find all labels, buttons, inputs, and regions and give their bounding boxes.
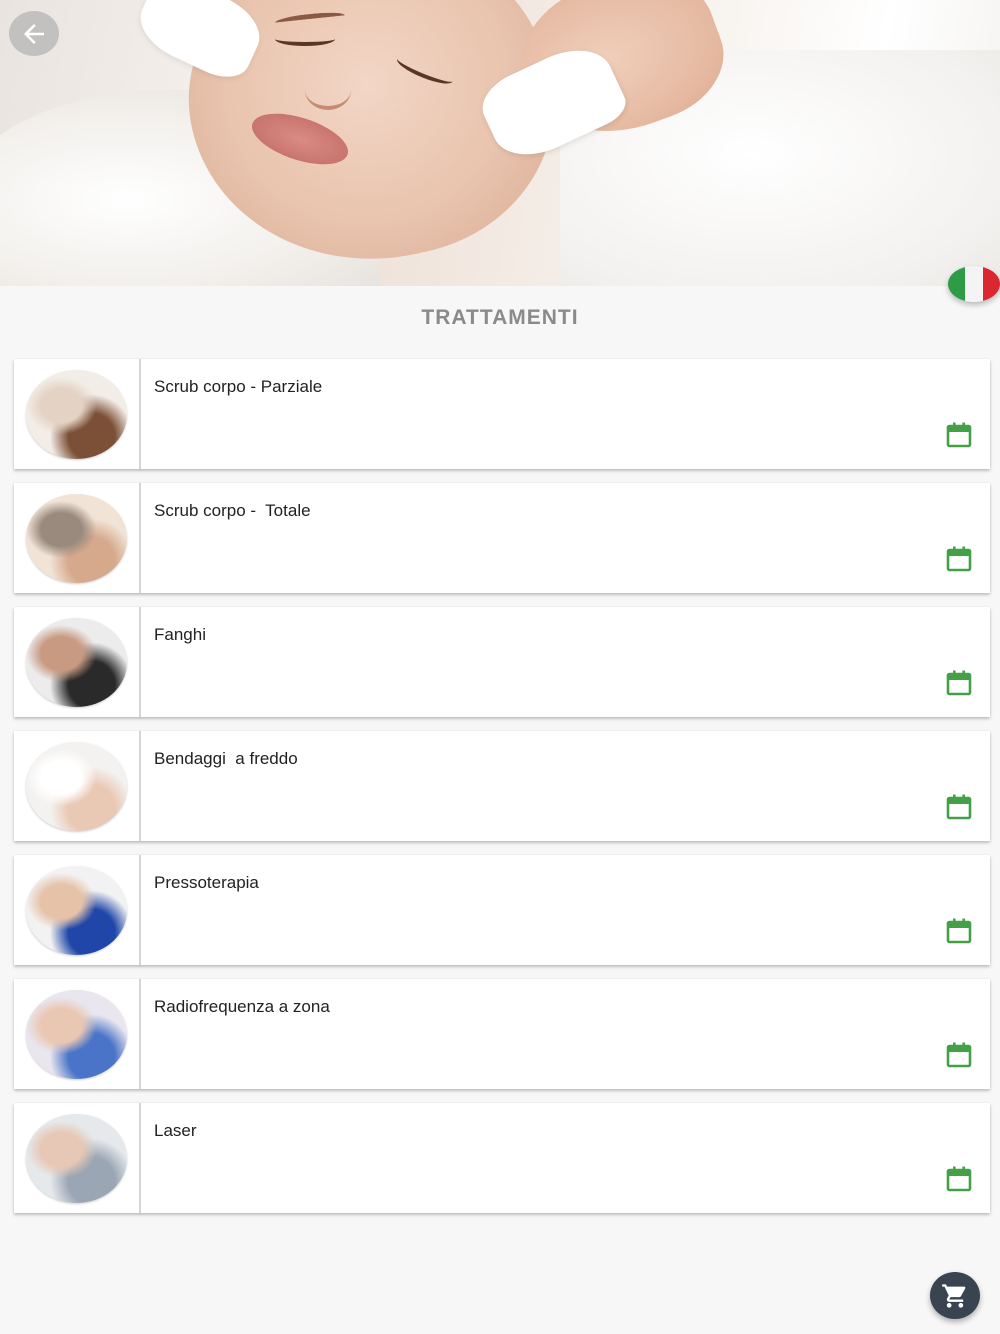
treatment-name: Fanghi bbox=[154, 625, 206, 644]
treatment-thumbnail bbox=[26, 493, 127, 583]
treatment-name: Scrub corpo - Totale bbox=[154, 501, 311, 520]
calendar-icon[interactable] bbox=[945, 669, 973, 697]
treatment-card[interactable]: Laser bbox=[14, 1103, 990, 1213]
shopping-cart-icon bbox=[942, 1283, 966, 1308]
treatment-thumbnail bbox=[26, 617, 127, 707]
treatment-thumbnail-cell bbox=[14, 359, 141, 469]
calendar-icon[interactable] bbox=[945, 545, 973, 573]
treatment-card[interactable]: Fanghi bbox=[14, 607, 990, 717]
calendar-icon[interactable] bbox=[945, 793, 973, 821]
italy-flag-icon[interactable] bbox=[948, 266, 1000, 302]
arrow-left-icon bbox=[24, 23, 44, 44]
calendar-icon[interactable] bbox=[945, 1041, 973, 1069]
treatment-card[interactable]: Pressoterapia bbox=[14, 855, 990, 965]
treatment-thumbnail-cell bbox=[14, 607, 141, 717]
treatment-card[interactable]: Radiofrequenza a zona bbox=[14, 979, 990, 1089]
treatment-name: Laser bbox=[154, 1121, 197, 1140]
treatment-thumbnail bbox=[26, 741, 127, 831]
treatment-thumbnail-cell bbox=[14, 483, 141, 593]
hero-image bbox=[0, 0, 1000, 286]
back-button[interactable] bbox=[9, 11, 59, 56]
treatment-name: Pressoterapia bbox=[154, 873, 259, 892]
treatment-card[interactable]: Bendaggi a freddo bbox=[14, 731, 990, 841]
treatment-name: Scrub corpo - Parziale bbox=[154, 377, 323, 396]
treatment-name: Bendaggi a freddo bbox=[154, 749, 298, 768]
calendar-icon[interactable] bbox=[945, 421, 973, 449]
cart-button[interactable] bbox=[930, 1272, 980, 1319]
treatment-thumbnail bbox=[26, 989, 127, 1079]
section-title: TRATTAMENTI bbox=[421, 306, 579, 329]
treatment-card[interactable]: Scrub corpo - Parziale bbox=[14, 359, 990, 469]
calendar-icon[interactable] bbox=[945, 917, 973, 945]
treatment-thumbnail bbox=[26, 369, 127, 459]
treatment-thumbnail-cell bbox=[14, 731, 141, 841]
treatment-name: Radiofrequenza a zona bbox=[154, 997, 330, 1016]
treatment-list: Scrub corpo - Parziale Scrub corpo - Tota… bbox=[14, 359, 990, 1227]
treatment-thumbnail bbox=[26, 1113, 127, 1203]
calendar-icon[interactable] bbox=[945, 1165, 973, 1193]
treatment-thumbnail bbox=[26, 865, 127, 955]
treatment-thumbnail-cell bbox=[14, 1103, 141, 1213]
treatment-card[interactable]: Scrub corpo - Totale bbox=[14, 483, 990, 593]
treatment-thumbnail-cell bbox=[14, 979, 141, 1089]
treatment-thumbnail-cell bbox=[14, 855, 141, 965]
